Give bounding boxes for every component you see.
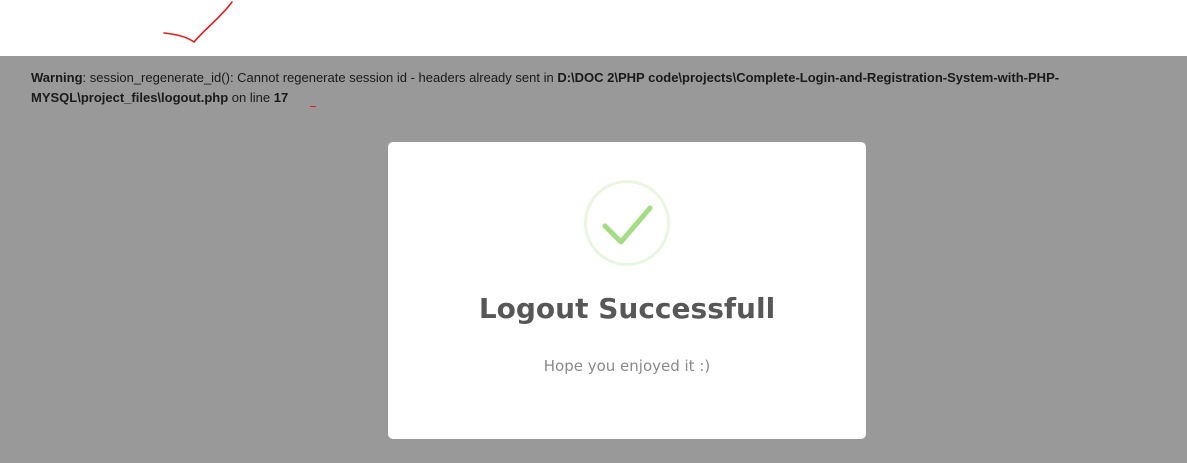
success-modal: Logout Successfull Hope you enjoyed it :… — [388, 142, 866, 439]
red-annotation-underline — [310, 106, 316, 108]
modal-title: Logout Successfull — [478, 292, 776, 325]
php-warning-message: Warning: session_regenerate_id(): Cannot… — [31, 68, 1171, 108]
warning-label: Warning — [31, 70, 83, 85]
red-annotation-check-icon — [163, 1, 233, 44]
modal-message: Hope you enjoyed it :) — [543, 357, 711, 375]
warning-text: session_regenerate_id(): Cannot regenera… — [89, 70, 558, 85]
warning-online-text: on line — [228, 90, 274, 105]
warning-line-number: 17 — [273, 90, 289, 105]
success-check-icon — [584, 180, 670, 266]
warning-separator: : — [82, 70, 90, 85]
